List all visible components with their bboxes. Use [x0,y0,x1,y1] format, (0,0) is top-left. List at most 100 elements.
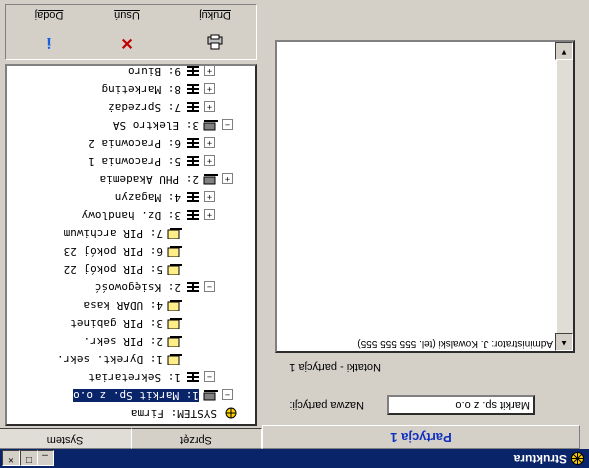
tree-node[interactable]: +3: Dz. handlowy [82,206,215,224]
tree-node[interactable]: 1: Dyrekt. sekr. [57,350,197,368]
expand-icon[interactable]: + [204,101,215,113]
company-icon [203,119,219,131]
print-label: Drukuj [199,9,231,21]
expand-icon[interactable]: + [204,191,215,203]
maximize-button[interactable]: □ [20,450,38,466]
department-icon [185,371,201,383]
tree-node-label: 3: Dz. handlowy [81,209,181,222]
window-title: Struktura [513,452,567,466]
expand-icon[interactable]: + [204,83,215,95]
partition-name-input[interactable]: Markit sp. z o.o [387,395,535,415]
tree-node-label: 1: Markit Sp. z o.o [72,388,200,403]
workstation-off-icon [167,227,183,240]
tree-node[interactable]: 2: PIR sekr. [84,332,197,350]
expand-icon[interactable]: + [204,155,215,167]
close-button[interactable]: × [2,450,20,466]
print-button[interactable]: Drukuj [178,7,252,57]
tree-node-label: 2: PHU Akademia [99,173,199,186]
delete-button[interactable]: ✕ Usuń [90,7,164,57]
expand-icon[interactable]: + [204,65,215,77]
workstation-icon [167,299,183,312]
tree-node-label: 5: PIR pokój 22 [63,263,163,276]
partition-name-label: Nazwa partycji: [289,399,364,411]
tree-node[interactable]: − 2: Księgowość [95,278,215,296]
company-icon [203,389,219,401]
add-label: Dodaj [34,9,64,21]
collapse-icon[interactable]: − [222,119,233,131]
tree-node[interactable]: +2: PHU Akademia [100,170,233,188]
tree-node-label: 1: Dyrekt. sekr. [57,353,163,366]
tree-node[interactable]: − 1: Markit Sp. z o.o [72,386,233,404]
add-button[interactable]: i Dodaj [12,7,86,57]
app-icon [570,451,585,466]
tree-node-label: 4: UDAR kasa [83,299,163,312]
tree-node-label: 3: PIR gabinet [70,317,163,330]
tree-node-label: 4: Magazyn [114,191,181,204]
tree-node[interactable]: SYSTEM: Firma [131,404,251,422]
minimize-button[interactable]: _ [36,450,54,466]
tree-node-label: 5: Pracownia 1 [88,155,181,168]
collapse-icon[interactable]: − [204,371,215,383]
department-icon [185,209,201,221]
tree-node[interactable]: +5: Pracownia 1 [88,152,215,170]
tab-sprzet-label: Sprzęt [180,434,212,446]
workstation-icon [167,335,183,348]
tree-node-label: 2: PIR sekr. [83,335,163,348]
tree-node[interactable]: 3: PIR gabinet [70,314,197,332]
tab-system[interactable]: System [0,428,132,449]
info-icon: i [46,34,52,51]
tree-node[interactable]: 4: UDAR kasa [84,296,197,314]
structure-tree[interactable]: SYSTEM: Firma −1: Markit Sp. z o.o −1: Sek… [5,64,257,426]
tree-node-label: SYSTEM: Firma [130,407,217,420]
tree-node-label: 7: PIR archiwum [63,227,163,240]
scroll-up-arrow-icon[interactable]: ▲ [555,333,573,351]
notes-scrollbar[interactable]: ▲ ▼ [555,42,573,351]
company-icon [203,173,219,185]
tree-node[interactable]: − 1: Sekretariat [88,368,215,386]
collapse-icon[interactable]: − [222,389,233,401]
tree-node-label: 3: Elektro SA [112,119,199,132]
tree-node[interactable]: 7: PIR archiwum [64,224,197,242]
tree-node-label: 6: PIR pokój 23 [63,245,163,258]
tree-node-label: 8: Marketing [101,83,181,96]
tree-node[interactable]: 6: PIR pokój 23 [64,242,197,260]
tab-sprzet[interactable]: Sprzęt [130,428,262,449]
tree-node[interactable]: +4: Magazyn [115,188,215,206]
department-icon [185,65,201,77]
delete-label: Usuń [114,9,140,21]
workstation-icon [167,353,183,366]
structure-panel: Sprzęt System SYSTEM: Firma −1: Markit Sp… [0,0,262,449]
tab-system-label: System [46,434,84,446]
expand-icon[interactable]: + [204,137,215,149]
tree-node[interactable]: +7: Sprzedaż [108,98,215,116]
tree-node[interactable]: +8: Marketing [102,80,215,98]
tab-strip: Sprzęt System [0,427,262,449]
tree-toolbar: Drukuj ✕ Usuń i Dodaj [5,4,257,60]
printer-icon [206,33,224,51]
system-icon [221,407,237,419]
tree-node-label: 6: Pracownia 2 [88,137,181,150]
workstation-icon [167,317,183,330]
department-icon [185,281,201,293]
tree-node[interactable]: − 3: Elektro SA [113,116,233,134]
partition-panel: Partycja 1 Nazwa partycji: Markit sp. z … [262,0,589,449]
department-icon [185,101,201,113]
tree-node-label: 7: Sprzedaż [108,101,181,114]
expand-icon[interactable]: + [222,173,233,185]
collapse-icon[interactable]: − [204,281,215,293]
notes-text: Administrator: J. Kowalski (tel. 555 555… [357,338,553,349]
tree-node-label: 1: Sekretariat [88,371,181,384]
department-icon [185,137,201,149]
department-icon [185,155,201,167]
expand-icon[interactable]: + [204,209,215,221]
notes-textarea[interactable]: Administrator: J. Kowalski (tel. 555 555… [275,40,575,353]
department-icon [185,191,201,203]
window-title-bar[interactable]: Struktura _ □ × [0,449,589,468]
tree-node[interactable]: +6: Pracownia 2 [88,134,215,152]
workstation-icon [167,245,183,258]
tree-node[interactable]: 5: PIR pokój 22 [64,260,197,278]
tree-node[interactable]: +9: Biuro [128,64,215,80]
delete-x-icon: ✕ [120,34,134,51]
scroll-down-arrow-icon[interactable]: ▼ [555,42,573,60]
workstation-icon [167,263,183,276]
